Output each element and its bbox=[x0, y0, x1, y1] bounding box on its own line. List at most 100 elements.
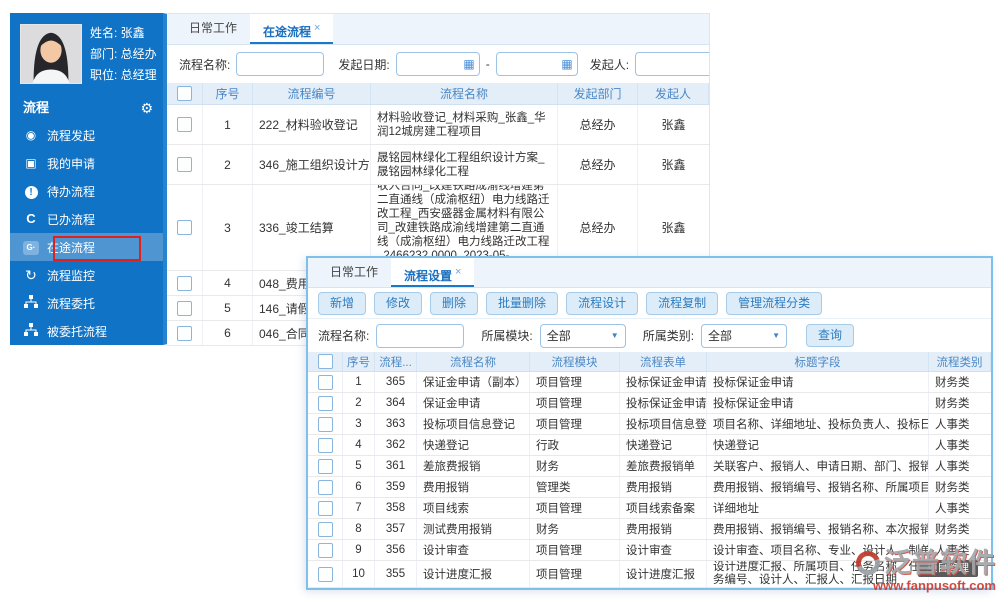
row-checkbox[interactable] bbox=[177, 325, 192, 341]
row-checkbox[interactable] bbox=[317, 521, 333, 537]
sidebar-item-delegated-processes[interactable]: 被委托流程 bbox=[10, 317, 163, 345]
select-all-checkbox[interactable] bbox=[317, 354, 333, 369]
gear-icon[interactable]: ⚙ bbox=[140, 95, 153, 121]
sidebar-item-label: 待办流程 bbox=[47, 184, 96, 199]
tab-in-transit[interactable]: 在途流程 × bbox=[250, 14, 334, 44]
row-checkbox[interactable] bbox=[317, 374, 333, 390]
module-label: 所属模块: bbox=[481, 329, 533, 343]
table-row[interactable]: 9 356 设计审查 项目管理 设计审查 设计审查、项目名称、专业、设计人、制单… bbox=[308, 540, 991, 561]
sidebar-item-pending-processes[interactable]: ! 待办流程 bbox=[10, 177, 163, 205]
start-date-to-field[interactable]: ▦ bbox=[495, 52, 578, 76]
cell-form: 投标保证金申请 bbox=[620, 393, 707, 413]
cell-no: 3 bbox=[343, 414, 375, 434]
header-name: 流程名称 bbox=[417, 352, 530, 371]
row-checkbox[interactable] bbox=[317, 500, 333, 516]
process-name-input[interactable] bbox=[236, 52, 325, 76]
row-checkbox[interactable] bbox=[177, 157, 192, 172]
row-checkbox[interactable] bbox=[177, 300, 192, 316]
cell-form: 费用报销 bbox=[620, 477, 707, 497]
add-button[interactable]: 新增 bbox=[318, 291, 367, 315]
cell-no: 6 bbox=[203, 321, 253, 345]
category-select[interactable]: 全部 ▼ bbox=[701, 323, 788, 348]
table-row[interactable]: 5 361 差旅费报销 财务 差旅费报销单 关联客户、报销人、申请日期、部门、报… bbox=[308, 456, 991, 477]
delete-button[interactable]: 删除 bbox=[430, 291, 479, 315]
row-checkbox[interactable] bbox=[317, 542, 333, 558]
row-checkbox[interactable] bbox=[177, 275, 192, 291]
tab-daily-work[interactable]: 日常工作 bbox=[317, 258, 391, 287]
process-name-label: 流程名称: bbox=[179, 57, 231, 72]
process-copy-button[interactable]: 流程复制 bbox=[646, 291, 719, 315]
row-checkbox[interactable] bbox=[317, 416, 333, 432]
cell-form: 快递登记 bbox=[620, 435, 707, 455]
sidebar-item-completed-processes[interactable]: C 已办流程 bbox=[10, 205, 163, 233]
sidebar-item-label: 流程发起 bbox=[47, 128, 96, 143]
initiator-input[interactable] bbox=[635, 52, 709, 76]
header-name: 流程名称 bbox=[371, 83, 558, 104]
table-row[interactable]: 3 363 投标项目信息登记 项目管理 投标项目信息登记 项目名称、详细地址、投… bbox=[308, 414, 991, 435]
process-name-input[interactable] bbox=[376, 323, 465, 348]
header-form: 流程表单 bbox=[620, 352, 707, 371]
edit-button[interactable]: 修改 bbox=[374, 291, 423, 315]
front-toolbar: 新增 修改 删除 批量删除 流程设计 流程复制 管理流程分类 bbox=[308, 288, 991, 319]
cell-form: 设计审查 bbox=[620, 540, 707, 560]
manage-category-button[interactable]: 管理流程分类 bbox=[726, 291, 823, 315]
cell-code: 362 bbox=[375, 435, 417, 455]
table-row[interactable]: 2 346_施工组织设计方案申请 晟铭园林绿化工程组织设计方案_晟铭园林绿化工程… bbox=[167, 145, 709, 185]
sidebar-item-process-delegation[interactable]: 流程委托 bbox=[10, 289, 163, 317]
id-badge-icon: ▣ bbox=[25, 156, 37, 170]
row-checkbox[interactable] bbox=[177, 220, 192, 235]
sidebar-item-my-applications[interactable]: ▣ 我的申请 bbox=[10, 149, 163, 177]
search-button[interactable]: 查询 bbox=[806, 324, 855, 347]
calendar-icon[interactable]: ▦ bbox=[463, 57, 474, 71]
cell-name: 设计进度汇报 bbox=[417, 561, 530, 587]
header-code: 流程编号 bbox=[253, 83, 371, 104]
row-checkbox[interactable] bbox=[317, 437, 333, 453]
row-checkbox[interactable] bbox=[177, 117, 192, 132]
cell-form: 费用报销 bbox=[620, 519, 707, 539]
cell-module: 项目管理 bbox=[530, 372, 620, 392]
header-module: 流程模块 bbox=[530, 352, 620, 371]
sidebar-item-process-monitor[interactable]: ↻ 流程监控 bbox=[10, 261, 163, 289]
tab-close-icon[interactable]: × bbox=[455, 266, 461, 278]
table-row[interactable]: 8 357 测试费用报销 财务 费用报销 费用报销、报销编号、报销名称、本次报销… bbox=[308, 519, 991, 540]
cell-category: 人事类 bbox=[935, 461, 970, 473]
table-row[interactable]: 10 355 设计进度汇报 项目管理 设计进度汇报 设计进度汇报、所属项目、任务… bbox=[308, 561, 991, 588]
row-checkbox[interactable] bbox=[317, 566, 333, 582]
table-row[interactable]: 2 364 保证金申请 项目管理 投标保证金申请 投标保证金申请 财务类 bbox=[308, 393, 991, 414]
sidebar-section-title: 流程 bbox=[23, 100, 50, 115]
table-row[interactable]: 6 359 费用报销 管理类 费用报销 费用报销、报销编号、报销名称、所属项目 … bbox=[308, 477, 991, 498]
row-checkbox[interactable] bbox=[317, 479, 333, 495]
user-panel: 姓名: 张鑫 部门: 总经办 职位: 总经理 bbox=[10, 13, 163, 95]
cell-category: 人事类 bbox=[935, 545, 970, 557]
cell-no: 4 bbox=[343, 435, 375, 455]
cell-title-fields: 详细地址 bbox=[707, 498, 929, 518]
cell-initiator: 张鑫 bbox=[661, 158, 686, 172]
header-category: 流程类别 bbox=[929, 352, 991, 371]
table-row[interactable]: 4 362 快递登记 行政 快递登记 快递登记 人事类 bbox=[308, 435, 991, 456]
table-row[interactable]: 1 222_材料验收登记 材料验收登记_材料采购_张鑫_华润12城房建工程项目 … bbox=[167, 105, 709, 145]
select-all-checkbox[interactable] bbox=[177, 86, 192, 101]
row-checkbox[interactable] bbox=[317, 458, 333, 474]
module-select[interactable]: 全部 ▼ bbox=[539, 323, 626, 348]
batch-delete-button[interactable]: 批量删除 bbox=[486, 291, 559, 315]
calendar-icon[interactable]: ▦ bbox=[561, 57, 572, 71]
cell-code: 346_施工组织设计方案申请 bbox=[253, 145, 371, 184]
table-row[interactable]: 1 365 保证金申请（副本） 项目管理 投标保证金申请 投标保证金申请 财务类 bbox=[308, 372, 991, 393]
tab-process-settings[interactable]: 流程设置 × bbox=[391, 258, 475, 287]
process-design-button[interactable]: 流程设计 bbox=[566, 291, 639, 315]
sidebar-item-process-start[interactable]: ◉ 流程发起 bbox=[10, 121, 163, 149]
tab-daily-work[interactable]: 日常工作 bbox=[176, 14, 250, 44]
sitemap-icon bbox=[22, 322, 40, 340]
cell-title-fields: 关联客户、报销人、申请日期、部门、报销合计 bbox=[707, 456, 929, 476]
header-no: 序号 bbox=[203, 83, 253, 104]
cell-category: 人事类 bbox=[935, 440, 970, 452]
row-checkbox[interactable] bbox=[317, 395, 333, 411]
table-row[interactable]: 7 358 项目线索 项目管理 项目线索备案 详细地址 人事类 bbox=[308, 498, 991, 519]
cell-name: 晟铭园林绿化工程组织设计方案_晟铭园林绿化工程 bbox=[371, 145, 558, 184]
cell-dept: 总经办 bbox=[558, 145, 638, 184]
cell-code: 355 bbox=[375, 561, 417, 587]
cell-name: 费用报销 bbox=[417, 477, 530, 497]
tab-close-icon[interactable]: × bbox=[314, 22, 320, 34]
start-date-from-field[interactable]: ▦ bbox=[395, 52, 480, 76]
sidebar-item-in-transit-processes[interactable]: G· 在途流程 bbox=[10, 233, 163, 261]
